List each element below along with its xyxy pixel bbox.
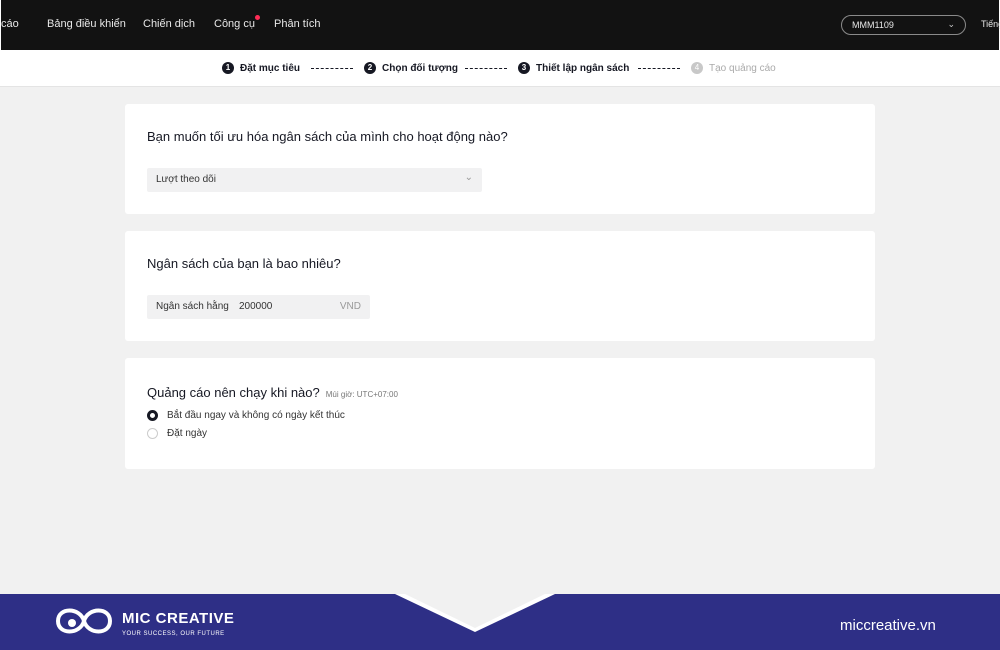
nav-item-dashboard[interactable]: Bảng điều khiển — [47, 18, 126, 30]
step-connector — [311, 68, 353, 69]
schedule-card: Quảng cáo nên chạy khi nào? Múi giờ: UTC+… — [125, 358, 875, 469]
radio-label: Bắt đầu ngay và không có ngày kết thúc — [167, 410, 345, 421]
notification-dot — [254, 15, 260, 20]
nav-item-tools-label: Công cụ — [214, 18, 255, 30]
top-nav: cáo Bảng điều khiển Chiến dịch Công cụ P… — [0, 0, 1000, 50]
language-selector[interactable]: Tiếng — [981, 19, 1000, 29]
step-3[interactable]: 3 Thiết lập ngân sách — [518, 62, 629, 74]
step-2[interactable]: 2 Chọn đối tượng — [364, 62, 458, 74]
step-number: 2 — [364, 62, 376, 74]
account-name: MMM1109 — [852, 20, 894, 30]
brand-name: MIC CREATIVE — [122, 610, 235, 627]
step-number: 1 — [222, 62, 234, 74]
budget-value: 200000 — [239, 301, 273, 312]
chevron-down-icon: ⌄ — [947, 19, 955, 29]
chevron-down-icon: ⌄ — [464, 172, 473, 183]
step-number: 3 — [518, 62, 530, 74]
mic-logo-icon — [55, 608, 113, 634]
radio-start-now[interactable]: Bắt đầu ngay và không có ngày kết thúc — [147, 410, 345, 421]
schedule-question: Quảng cáo nên chạy khi nào? — [147, 385, 320, 400]
step-label: Thiết lập ngân sách — [536, 62, 630, 74]
optimization-question: Bạn muốn tối ưu hóa ngân sách của mình c… — [147, 129, 508, 144]
radio-unselected-icon — [147, 428, 158, 439]
radio-label: Đặt ngày — [167, 428, 208, 439]
step-connector — [465, 68, 507, 69]
radio-selected-icon — [147, 410, 158, 421]
brand-website: miccreative.vn — [840, 617, 936, 634]
step-4: 4 Tạo quảng cáo — [691, 62, 776, 74]
nav-item-analytics[interactable]: Phân tích — [274, 18, 320, 30]
budget-input[interactable]: Ngân sách hằng 200000 VND — [147, 295, 370, 319]
account-selector[interactable]: MMM1109 ⌄ — [841, 15, 966, 35]
optimization-card: Bạn muốn tối ưu hóa ngân sách của mình c… — [125, 104, 875, 214]
schedule-heading: Quảng cáo nên chạy khi nào? Múi giờ: UTC+… — [147, 385, 398, 400]
radio-set-dates[interactable]: Đặt ngày — [147, 428, 207, 439]
step-progress: 1 Đặt mục tiêu 2 Chọn đối tượng 3 Thiết … — [0, 50, 1000, 87]
optimization-selected-value: Lượt theo dõi — [156, 174, 216, 185]
budget-question: Ngân sách của bạn là bao nhiêu? — [147, 256, 341, 271]
budget-type-label: Ngân sách hằng — [156, 301, 229, 312]
timezone-label: Múi giờ: UTC+07:00 — [325, 390, 398, 399]
step-label: Đặt mục tiêu — [240, 62, 301, 74]
step-1[interactable]: 1 Đặt mục tiêu — [222, 62, 300, 74]
step-connector — [638, 68, 680, 69]
budget-currency: VND — [339, 301, 361, 312]
nav-item-campaigns[interactable]: Chiến dịch — [143, 18, 195, 30]
step-number: 4 — [691, 62, 703, 74]
budget-card: Ngân sách của bạn là bao nhiêu? Ngân sác… — [125, 231, 875, 341]
brand-tagline: YOUR SUCCESS, OUR FUTURE — [122, 631, 225, 637]
optimization-select[interactable]: Lượt theo dõi ⌄ — [147, 168, 482, 192]
nav-item-tools[interactable]: Công cụ — [214, 15, 260, 30]
step-label: Chọn đối tượng — [382, 62, 458, 74]
step-label: Tạo quảng cáo — [709, 62, 776, 74]
nav-item-ads-partial[interactable]: cáo — [1, 18, 19, 30]
